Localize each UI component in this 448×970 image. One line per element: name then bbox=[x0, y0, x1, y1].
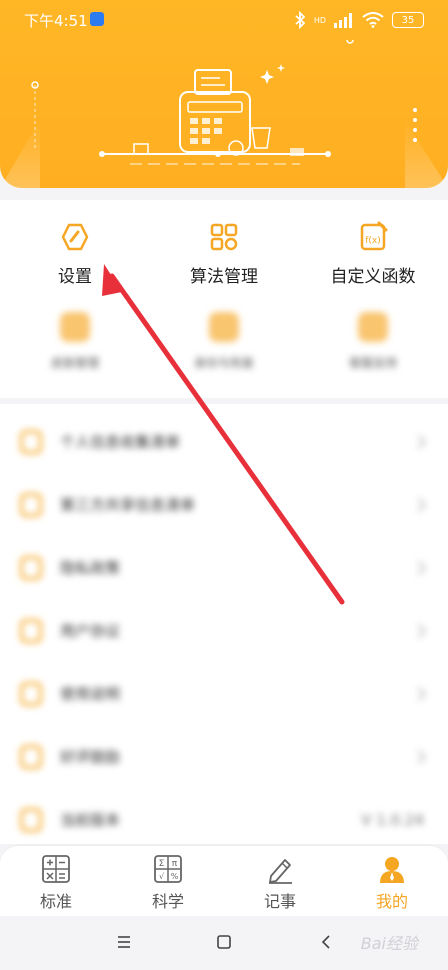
pencil-note-icon bbox=[269, 859, 292, 884]
list-item[interactable]: 第三方共享信息清单 bbox=[0, 473, 448, 536]
algorithm-grid-icon bbox=[210, 223, 238, 251]
tab-mine[interactable]: 我的 bbox=[336, 854, 448, 912]
list-item[interactable]: 隐私政策 bbox=[0, 536, 448, 599]
bottom-tab-bar: 标准 Σ π √ % 科学 记事 我的 bbox=[0, 846, 448, 916]
tab-label: 记事 bbox=[263, 892, 296, 911]
grid-label-algorithm: 算法管理 bbox=[190, 267, 258, 287]
list-item-label: 用户协议 bbox=[60, 622, 121, 640]
svg-text:Σ: Σ bbox=[159, 859, 165, 869]
function-icon: f(x) bbox=[360, 221, 388, 251]
blurred-grid-item[interactable]: 客服支持 bbox=[298, 312, 448, 371]
manual-icon bbox=[20, 681, 42, 706]
list-item-label: 第三方共享信息清单 bbox=[60, 496, 196, 514]
svg-text:f(x): f(x) bbox=[365, 236, 381, 246]
version-value: V 1.0.24 bbox=[361, 810, 424, 829]
user-profile-icon bbox=[380, 857, 404, 883]
list-item[interactable]: 当前版本 V 1.0.24 bbox=[0, 788, 448, 851]
bluetooth-status-icon bbox=[295, 11, 306, 29]
battery-level: 35 bbox=[401, 14, 415, 26]
person-icon bbox=[20, 429, 42, 454]
blurred-grid-label: 客服支持 bbox=[348, 356, 397, 370]
tab-scientific[interactable]: Σ π √ % 科学 bbox=[112, 854, 224, 912]
list-item-label: 隐私政策 bbox=[60, 559, 121, 577]
chevron-right-icon bbox=[411, 434, 427, 449]
tab-label: 科学 bbox=[151, 892, 184, 911]
agreement-icon bbox=[20, 618, 42, 643]
heart-icon bbox=[20, 744, 42, 769]
share-icon bbox=[20, 492, 42, 517]
blurred-function-row: 皮肤管理 身份与恢复 客服支持 bbox=[0, 312, 448, 382]
svg-text:%: % bbox=[171, 872, 179, 881]
blurred-grid-item[interactable]: 皮肤管理 bbox=[0, 312, 150, 371]
signal-icon bbox=[334, 13, 352, 28]
tab-standard[interactable]: 标准 bbox=[0, 854, 112, 912]
hexagon-settings-icon bbox=[61, 223, 89, 251]
list-item-label: 使用说明 bbox=[60, 685, 121, 703]
system-nav-bar: Bai经验 bbox=[0, 916, 448, 970]
status-time: 下午4:51 bbox=[24, 12, 88, 30]
list-item[interactable]: 用户协议 bbox=[0, 599, 448, 662]
chevron-right-icon bbox=[411, 497, 427, 512]
tab-label: 标准 bbox=[39, 892, 72, 911]
chevron-right-icon bbox=[411, 686, 427, 701]
watermark: Bai经验 bbox=[360, 934, 418, 953]
signal-label: HD bbox=[313, 15, 326, 25]
grid-item-algorithm[interactable]: 算法管理 bbox=[149, 220, 299, 287]
settings-list: 个人信息收集清单 第三方共享信息清单 隐私政策 用户协议 使用说明 好评鼓励 当… bbox=[0, 404, 448, 844]
restore-icon bbox=[209, 312, 239, 342]
blurred-grid-item[interactable]: 身份与恢复 bbox=[149, 312, 299, 371]
calculator-illustration bbox=[0, 40, 448, 188]
blurred-grid-label: 皮肤管理 bbox=[50, 356, 99, 370]
list-item-label: 当前版本 bbox=[60, 811, 121, 829]
wifi-icon bbox=[362, 12, 384, 28]
grid-label-settings: 设置 bbox=[58, 267, 92, 287]
status-right-group: HD 35 bbox=[294, 10, 424, 30]
skin-icon bbox=[60, 312, 90, 342]
home-icon[interactable] bbox=[214, 932, 234, 952]
privacy-icon bbox=[20, 555, 42, 580]
menu-icon[interactable] bbox=[114, 932, 134, 952]
grid-item-custom-function[interactable]: f(x) 自定义函数 bbox=[298, 220, 448, 287]
chevron-right-icon bbox=[411, 749, 427, 764]
grid-label-custom-function: 自定义函数 bbox=[330, 267, 416, 287]
back-icon[interactable] bbox=[316, 932, 336, 952]
battery-indicator: 35 bbox=[392, 12, 424, 28]
status-bar: 下午4:51 HD 35 bbox=[0, 0, 448, 40]
list-item-label: 个人信息收集清单 bbox=[60, 433, 181, 451]
support-icon bbox=[358, 312, 388, 342]
chevron-right-icon bbox=[411, 560, 427, 575]
header-banner: 下午4:51 HD 35 bbox=[0, 0, 448, 188]
list-item[interactable]: 使用说明 bbox=[0, 662, 448, 725]
blurred-grid-label: 身份与恢复 bbox=[193, 356, 254, 370]
tab-label: 我的 bbox=[375, 892, 408, 911]
list-item-label: 好评鼓励 bbox=[60, 748, 121, 766]
standard-calc-icon bbox=[42, 855, 70, 883]
scientific-calc-icon: Σ π √ % bbox=[154, 855, 182, 883]
svg-text:π: π bbox=[172, 859, 178, 869]
bluetooth-icon bbox=[90, 12, 104, 26]
svg-text:√: √ bbox=[159, 872, 165, 881]
tab-notes[interactable]: 记事 bbox=[224, 854, 336, 912]
chevron-right-icon bbox=[411, 623, 427, 638]
version-icon bbox=[20, 807, 42, 832]
list-item[interactable]: 好评鼓励 bbox=[0, 725, 448, 788]
list-item[interactable]: 个人信息收集清单 bbox=[0, 410, 448, 473]
grid-item-settings[interactable]: 设置 bbox=[0, 220, 150, 287]
